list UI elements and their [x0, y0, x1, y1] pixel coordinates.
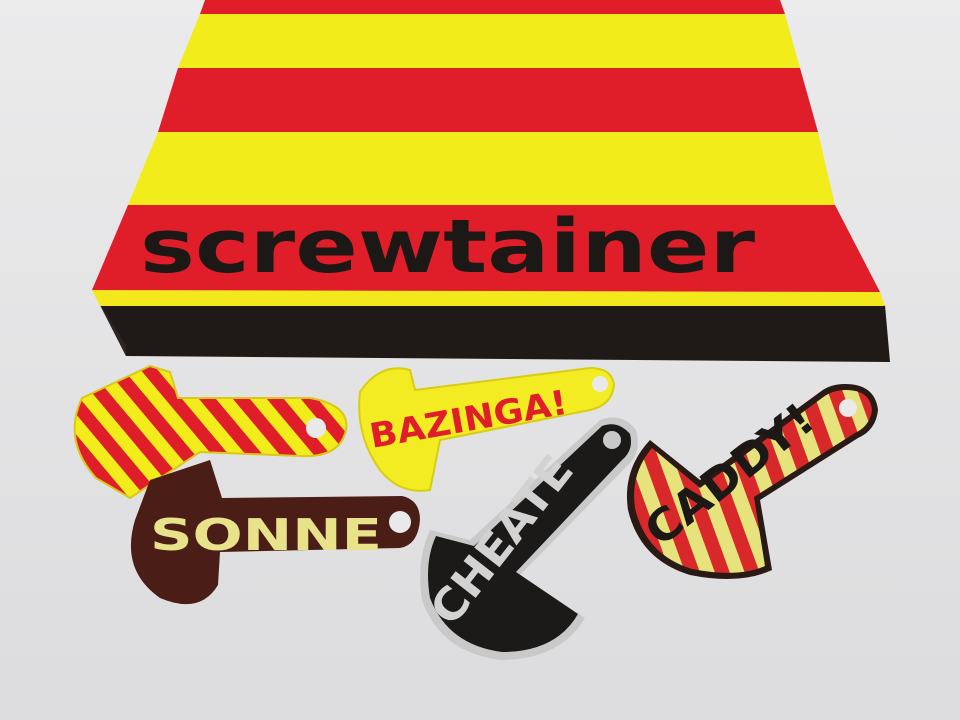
box-stripe	[158, 68, 818, 132]
box-label: screwtainer	[140, 204, 756, 290]
box-stripe	[200, 0, 785, 14]
box-base	[100, 305, 890, 362]
photo-scene: screwtainer SONNE BAZINGA! CHEATE CADDY!	[0, 0, 960, 720]
screwtainer-box: screwtainer	[92, 0, 890, 362]
token-sonne-label: SONNE	[150, 510, 382, 561]
box-lip	[92, 290, 885, 306]
box-stripe	[178, 14, 800, 68]
box-stripe	[128, 132, 835, 205]
